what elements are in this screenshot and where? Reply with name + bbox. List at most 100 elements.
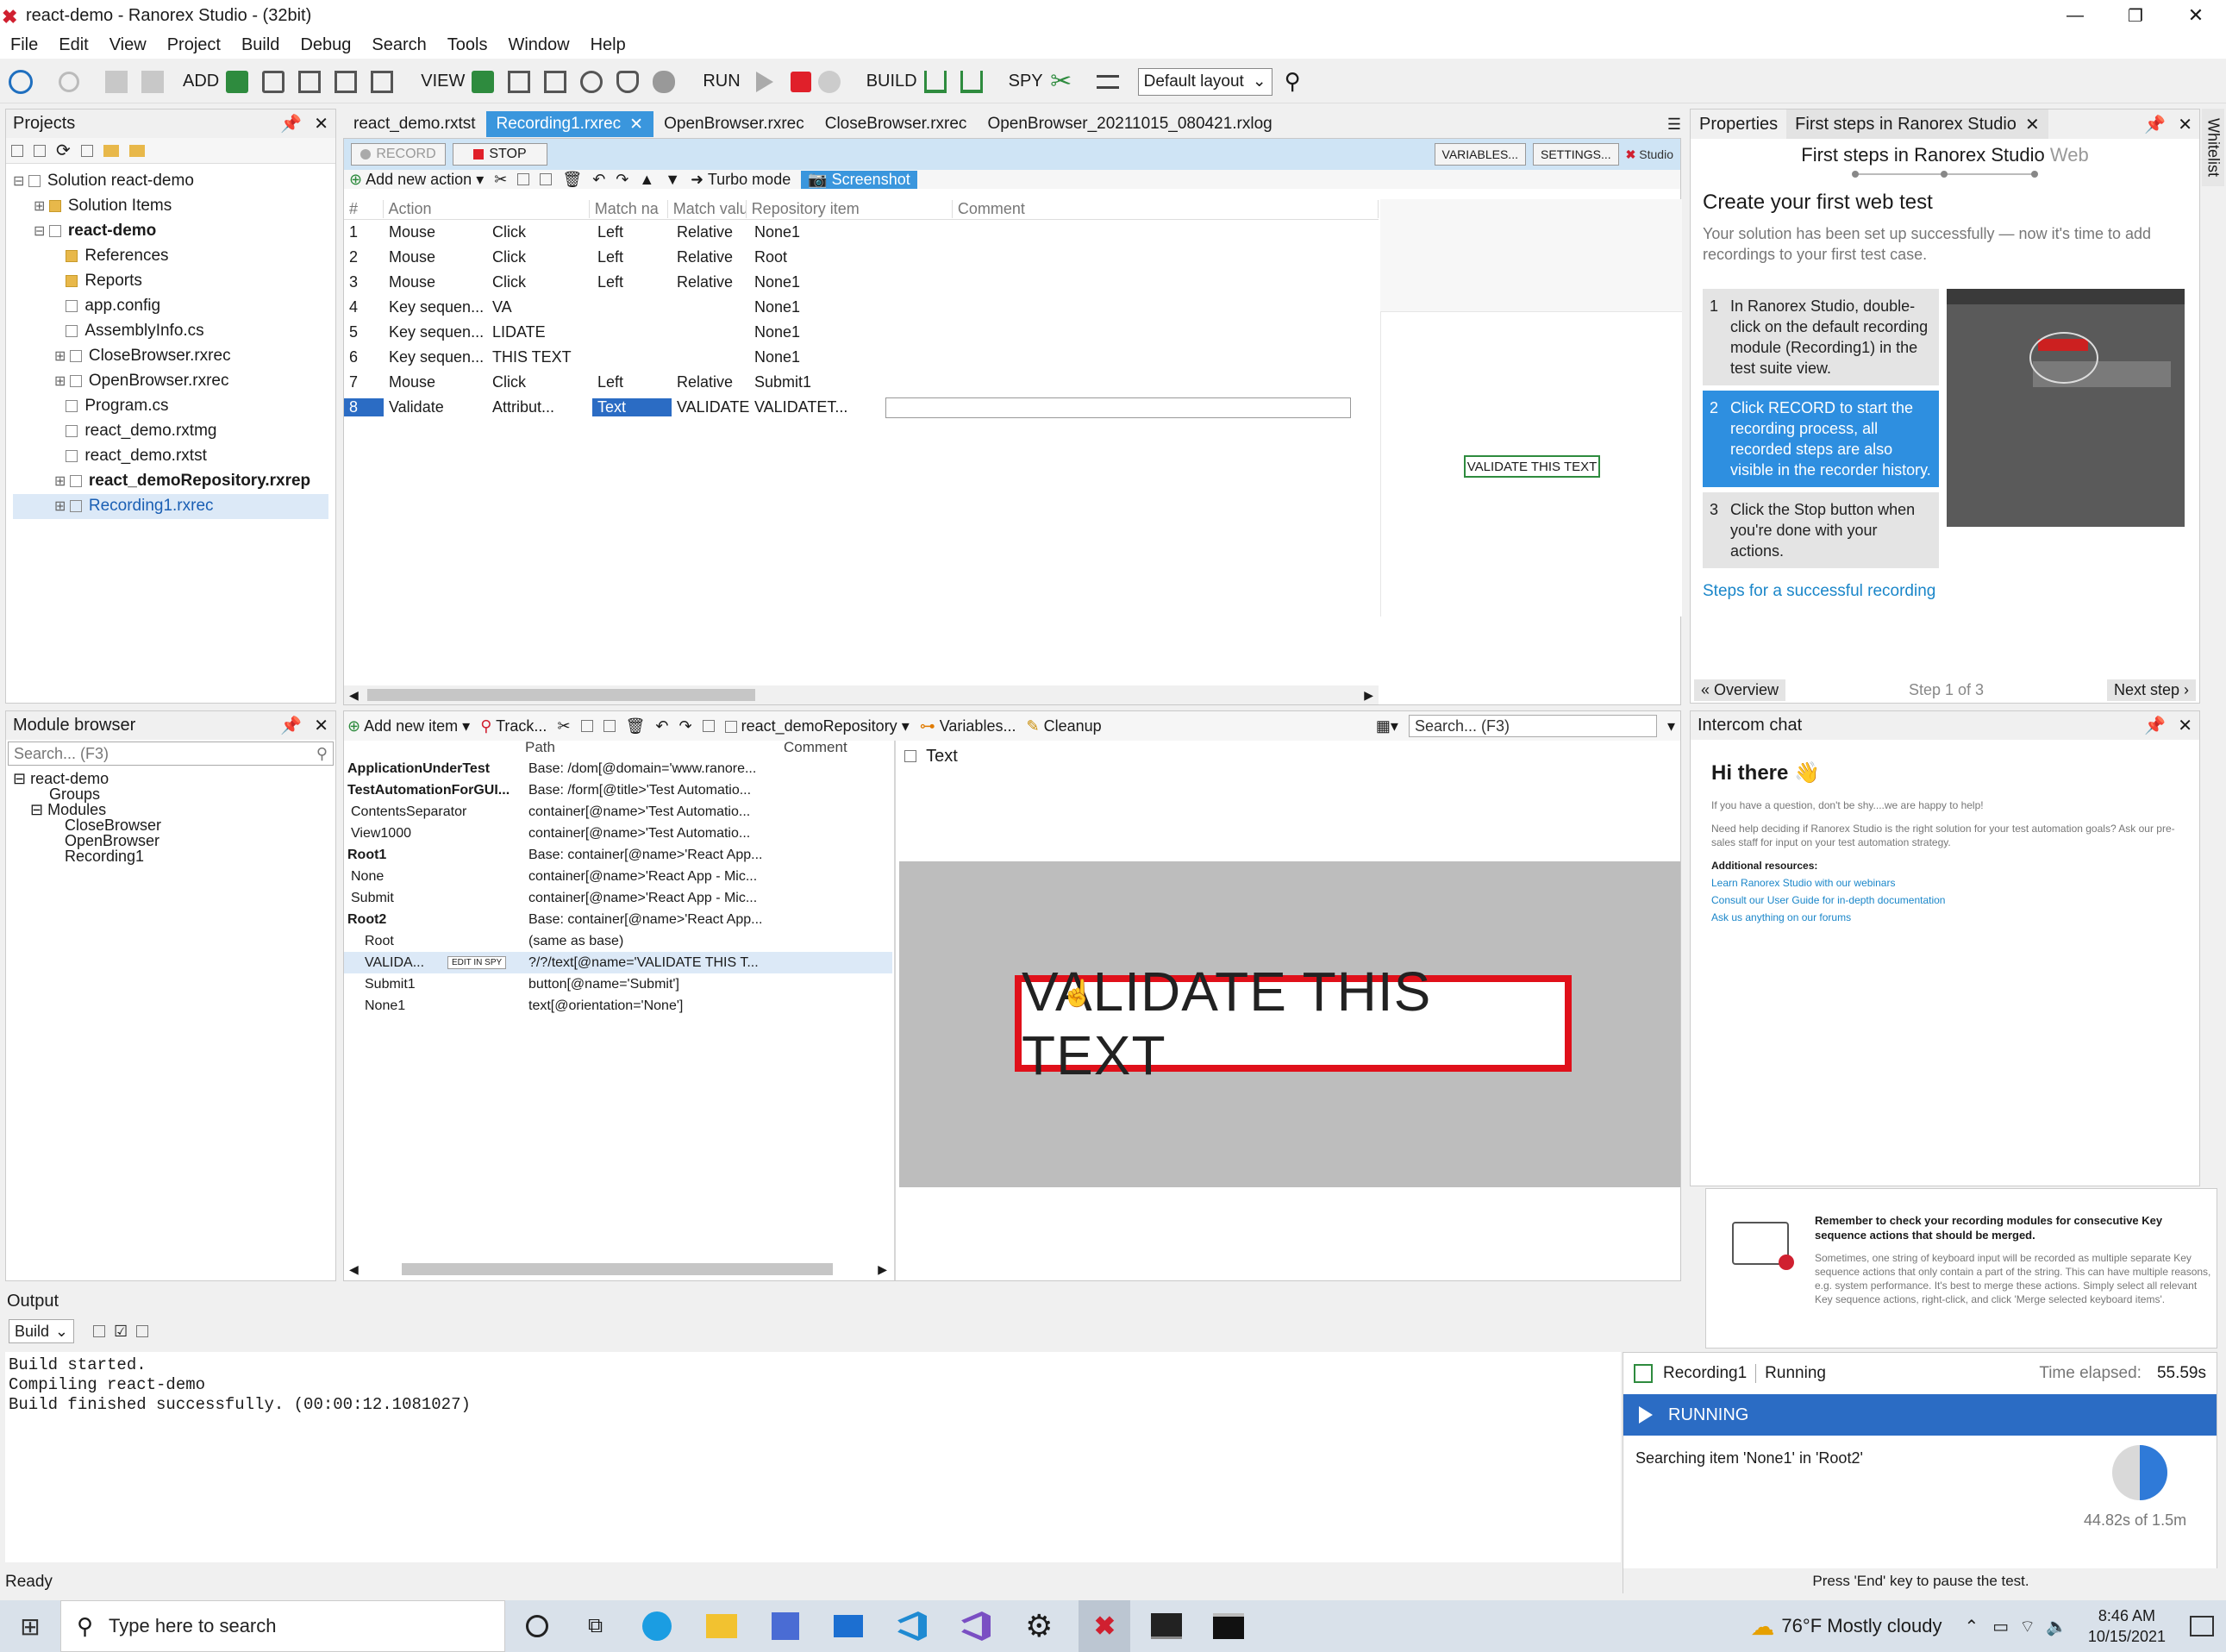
scroll-left-icon[interactable]: ◀ — [349, 1262, 359, 1277]
variables-button[interactable]: ⊶ Variables... — [920, 717, 1016, 735]
menu-view[interactable]: View — [109, 35, 147, 55]
settings-gear-icon[interactable]: ⚙ — [1025, 1608, 1053, 1644]
edit-in-spy-button[interactable]: EDIT IN SPY — [447, 956, 507, 969]
table-row[interactable]: 5 Key sequen... LIDATE None1 — [344, 320, 1379, 345]
pin-icon[interactable]: 📌 — [2144, 716, 2166, 735]
weather-icon[interactable]: ☁ — [1750, 1612, 1774, 1641]
actions-hscroll[interactable]: ◀ ▶ — [344, 685, 1379, 704]
menu-file[interactable]: File — [10, 35, 38, 55]
expander-icon[interactable]: ⊞ — [54, 499, 70, 514]
project-tree-item[interactable]: ⊞ CloseBrowser.rxrec — [13, 344, 328, 369]
paste-icon[interactable] — [540, 173, 553, 185]
ranorex-taskbar-icon[interactable]: ✖ — [1079, 1600, 1131, 1652]
close-tab-icon[interactable]: ✕ — [629, 115, 643, 135]
project-tree-item[interactable]: Program.cs — [13, 394, 328, 419]
play-icon[interactable] — [755, 71, 773, 92]
view-doc-icon[interactable] — [544, 70, 567, 93]
tray-chevron-icon[interactable]: ⌃ — [1965, 1616, 1979, 1637]
project-tree-item[interactable]: ⊟ Solution react-demo — [13, 169, 328, 194]
add-label[interactable]: ADD — [183, 72, 219, 91]
close-icon[interactable]: ✕ — [314, 716, 328, 735]
expander-icon[interactable]: ⊞ — [54, 349, 70, 364]
pin-icon[interactable]: 📌 — [280, 115, 302, 134]
add-folder-icon[interactable] — [226, 70, 249, 93]
back-icon[interactable] — [9, 69, 33, 94]
project-tree-item[interactable]: ⊞ react_demoRepository.rxrep — [13, 469, 328, 494]
scroll-right-icon[interactable]: ▶ — [878, 1262, 887, 1277]
menu-help[interactable]: Help — [591, 35, 626, 55]
expander-icon[interactable] — [54, 249, 66, 264]
mail-icon[interactable] — [834, 1615, 864, 1637]
action-type[interactable]: Validate — [384, 398, 487, 416]
save-all-icon[interactable] — [141, 70, 164, 93]
repo-search-input[interactable]: Search... (F3) — [1408, 715, 1657, 737]
view-grid-icon[interactable] — [508, 70, 531, 93]
delete-icon[interactable]: 🗑 — [562, 171, 582, 189]
overview-button[interactable]: « Overview — [1694, 679, 1786, 701]
task-view-icon[interactable]: ⧉ — [588, 1614, 603, 1638]
table-row[interactable]: Submit1 button[@name='Submit'] — [344, 973, 892, 995]
network-icon[interactable]: ▭ — [1992, 1616, 2009, 1637]
scroll-thumb[interactable] — [366, 689, 755, 701]
menu-window[interactable]: Window — [508, 35, 569, 55]
new-folder-icon[interactable] — [103, 144, 119, 157]
expander-icon[interactable]: ⊞ — [54, 374, 70, 389]
table-row[interactable]: 6 Key sequen... THIS TEXT None1 — [344, 345, 1379, 370]
next-step-button[interactable]: Next step › — [2106, 679, 2196, 701]
close-button[interactable]: ✕ — [2166, 4, 2226, 27]
undo-icon[interactable]: ↶ — [655, 717, 668, 735]
view-fingerprint-icon[interactable] — [580, 70, 603, 93]
project-tree-item[interactable]: AssemblyInfo.cs — [13, 319, 328, 344]
windows-start-icon[interactable]: ⊞ — [0, 1612, 60, 1641]
action-param3[interactable]: VALIDATE — [672, 398, 749, 416]
actions-col-header[interactable]: # — [344, 200, 384, 218]
menu-tools[interactable]: Tools — [447, 35, 488, 55]
table-row[interactable]: 8 Validate Attribut... Text VALIDATE VALIDATE… — [344, 395, 1379, 420]
repo-hscroll[interactable]: ◀ ▶ — [344, 1260, 892, 1279]
view-shield-icon[interactable] — [616, 70, 640, 93]
tab-closebrowser[interactable]: CloseBrowser.rxrec — [815, 111, 978, 137]
filter-icon[interactable] — [34, 144, 46, 157]
tab-recording1[interactable]: Recording1.rxrec ✕ — [485, 111, 654, 137]
whitelist-side-tab[interactable]: Whitelist — [2202, 109, 2224, 186]
cut-icon[interactable]: ✂ — [494, 171, 507, 189]
terminal-icon[interactable] — [1151, 1613, 1183, 1639]
store-icon[interactable] — [772, 1612, 800, 1640]
expander-icon[interactable] — [54, 399, 66, 414]
studio-logo[interactable]: ✖ Studio — [1626, 147, 1673, 162]
module-tree-root[interactable]: ⊟ react-demo — [13, 771, 328, 786]
copy-icon[interactable] — [580, 720, 593, 732]
expander-icon[interactable] — [54, 424, 66, 439]
variables-button[interactable]: VARIABLES... — [1434, 143, 1526, 166]
actions-col-header[interactable]: Action — [384, 200, 590, 218]
menu-edit[interactable]: Edit — [59, 35, 88, 55]
taskbar-search-input[interactable]: ⚲ Type here to search — [60, 1600, 505, 1652]
expander-icon[interactable]: ⊞ — [54, 474, 70, 489]
menu-search[interactable]: Search — [372, 35, 426, 55]
screenshot-icon[interactable] — [702, 720, 715, 732]
forward-icon[interactable] — [59, 71, 79, 92]
weather-text[interactable]: 76°F Mostly cloudy — [1781, 1615, 1941, 1637]
successful-recording-link[interactable]: Steps for a successful recording — [1703, 582, 1935, 601]
add-code-icon[interactable] — [335, 70, 358, 93]
build-icon[interactable] — [923, 70, 947, 93]
tab-react-demo-rxtst[interactable]: react_demo.rxtst — [343, 111, 486, 137]
stop-icon[interactable] — [790, 71, 811, 92]
screenshot-toggle[interactable]: 📷 Screenshot — [801, 170, 917, 189]
step-card[interactable]: 1 In Ranorex Studio, double-click on the … — [1703, 289, 1939, 385]
close-tab-icon[interactable]: ✕ — [2025, 114, 2040, 135]
output-source-select[interactable]: Build ⌄ — [9, 1319, 74, 1343]
add-file-icon[interactable] — [371, 70, 394, 93]
tab-properties[interactable]: Properties — [1691, 115, 1786, 135]
delete-icon[interactable]: 🗑 — [626, 717, 646, 735]
menu-debug[interactable]: Debug — [300, 35, 351, 55]
module-tree-item[interactable]: Recording1 — [13, 848, 328, 864]
minimize-button[interactable]: — — [2045, 6, 2105, 26]
table-row[interactable]: 4 Key sequen... VA None1 — [344, 295, 1379, 320]
save-icon[interactable] — [105, 70, 128, 93]
expander-icon[interactable] — [54, 274, 66, 289]
restore-button[interactable]: ❐ — [2105, 5, 2166, 27]
cleanup-button[interactable]: ✎ Cleanup — [1026, 717, 1101, 735]
project-tree-item[interactable]: ⊞ Solution Items — [13, 194, 328, 219]
notification-icon[interactable] — [2190, 1616, 2214, 1636]
